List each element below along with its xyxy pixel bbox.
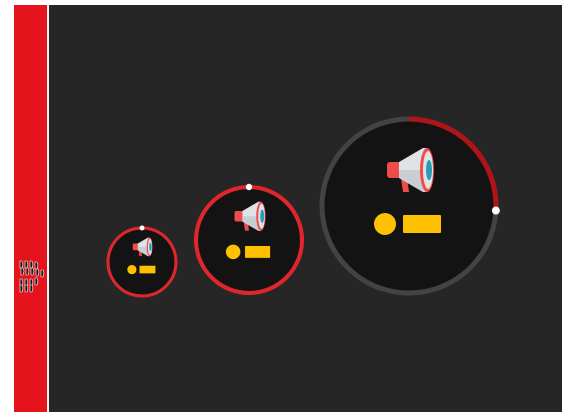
announcement-widget-medium[interactable] — [193, 183, 305, 296]
status-dot — [374, 213, 396, 235]
status-dot — [225, 244, 241, 260]
announcement-widget-small[interactable] — [106, 225, 178, 298]
status-bar — [139, 265, 156, 274]
app-frame — [14, 5, 562, 412]
status-bar — [245, 245, 271, 258]
status-dot — [127, 264, 137, 275]
announcement-widget-large[interactable] — [319, 116, 500, 296]
widget-stage — [14, 5, 562, 412]
status-bar — [403, 215, 441, 233]
progress-handle[interactable] — [139, 225, 145, 231]
progress-handle[interactable] — [245, 183, 253, 191]
progress-handle[interactable] — [491, 206, 500, 215]
